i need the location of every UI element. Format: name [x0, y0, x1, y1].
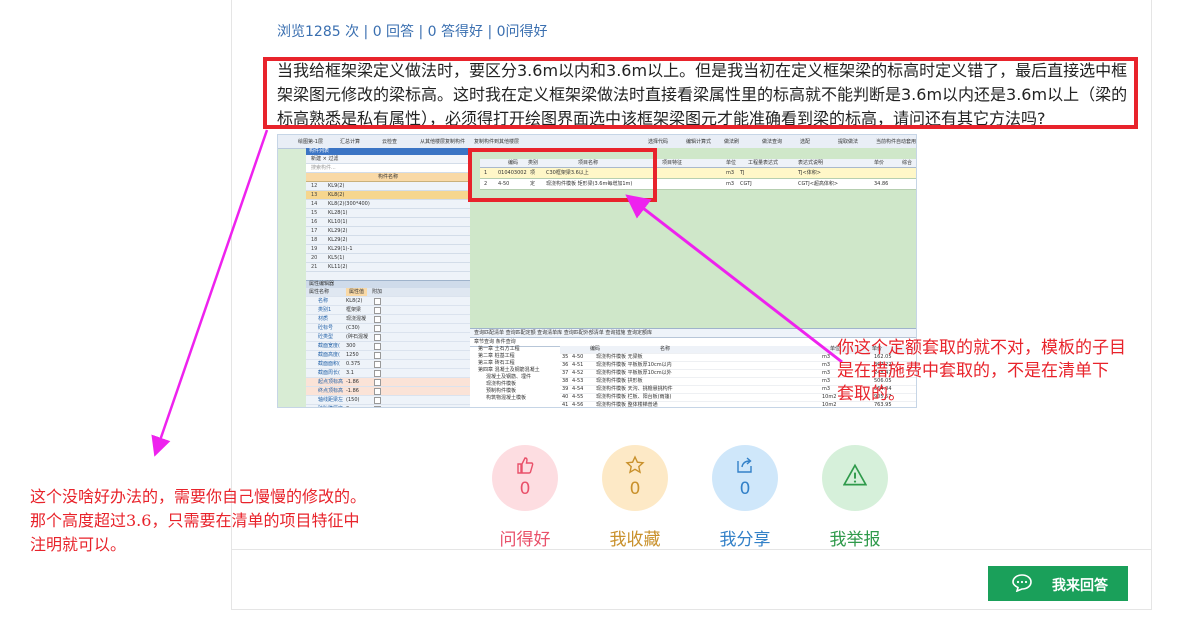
annotation-left: 这个没啥好办法的，需要你自己慢慢的修改的。 那个高度超过3.6，只需要在清单的项…	[30, 487, 367, 554]
divider	[232, 549, 1151, 550]
arrow-left	[151, 129, 269, 457]
good-question-button[interactable]: 0 问得好	[492, 445, 558, 550]
annotation-right: 你这个定额套取的就不对，模板的子目 是在措施费中套取的，不是在清单下 套取的。	[837, 338, 1126, 404]
arrow-right	[625, 194, 843, 364]
share-button[interactable]: 0 我分享	[712, 445, 778, 550]
favorite-button[interactable]: 0 我收藏	[602, 445, 668, 550]
answer-button[interactable]: 我来回答	[988, 566, 1128, 601]
thumbs-up-icon	[517, 457, 534, 474]
report-button[interactable]: 我举报	[822, 445, 888, 550]
warning-icon	[843, 463, 867, 486]
share-icon	[737, 457, 752, 473]
star-icon	[625, 455, 645, 474]
chat-bubble-icon	[1012, 574, 1032, 592]
